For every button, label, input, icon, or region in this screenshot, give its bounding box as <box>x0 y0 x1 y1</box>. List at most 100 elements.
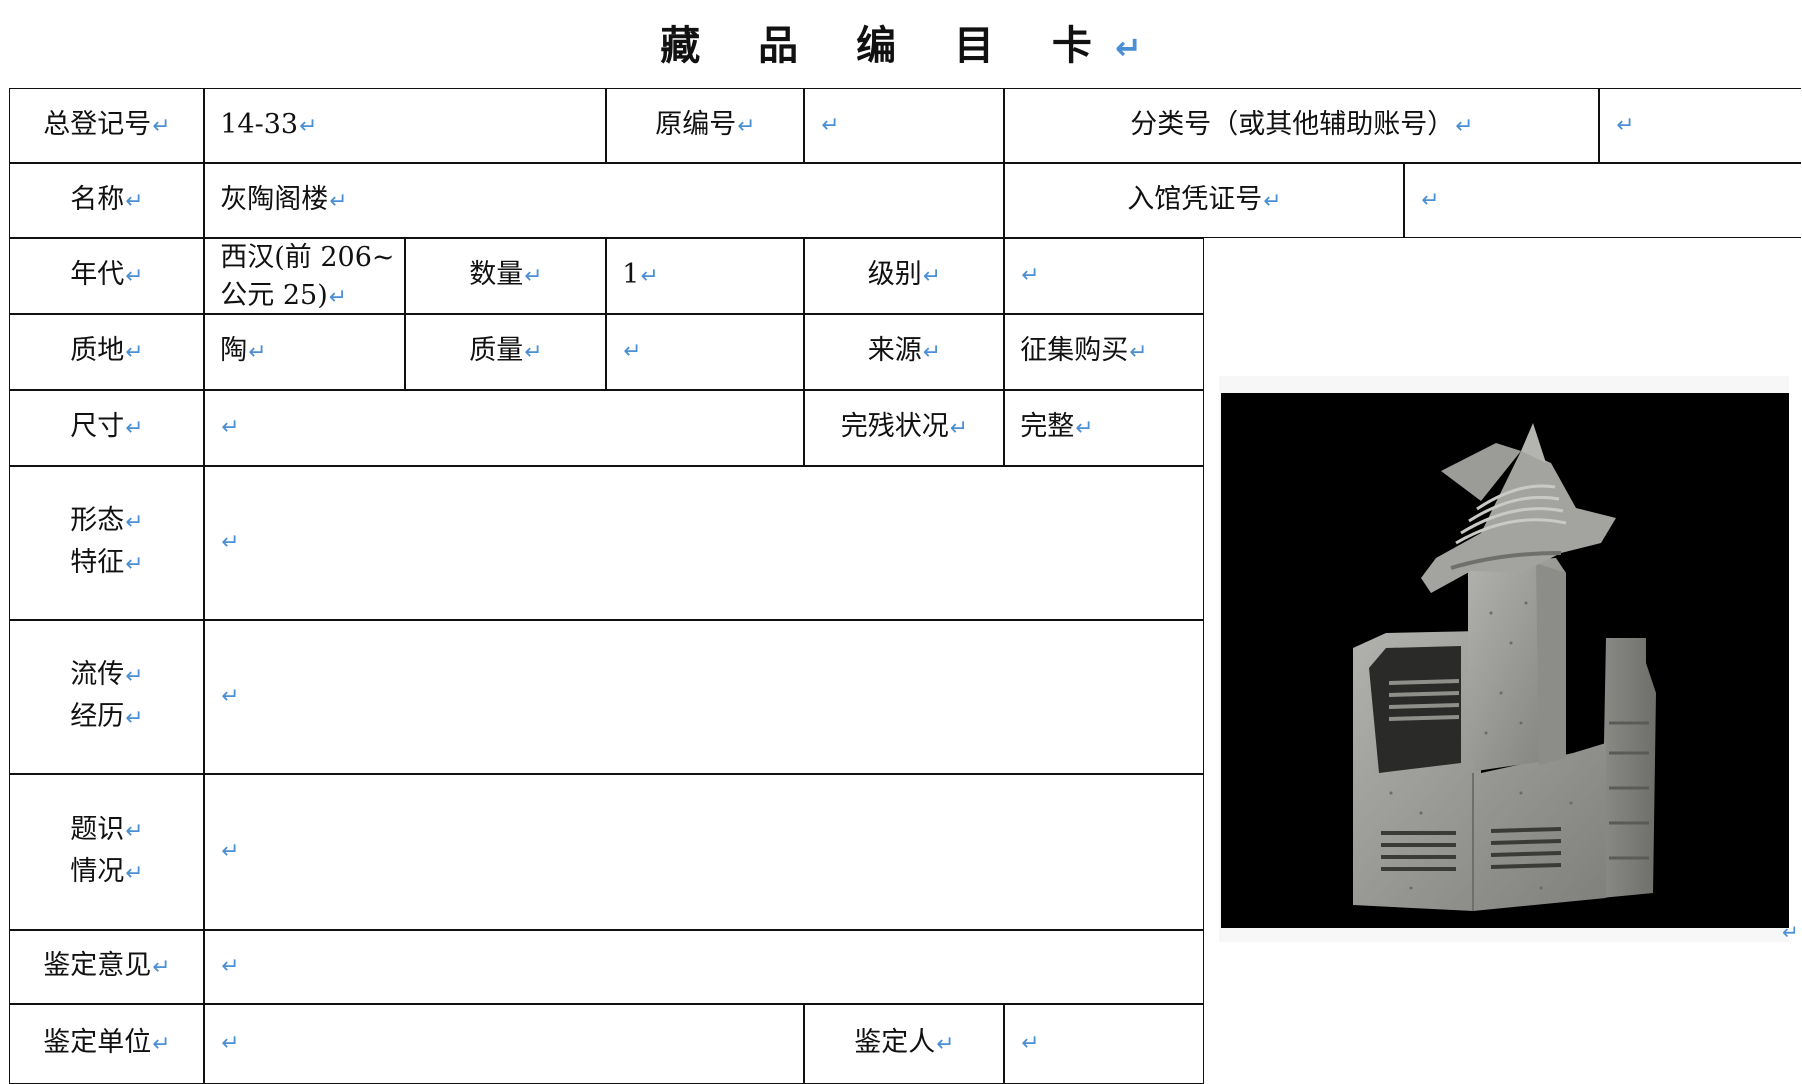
inscription-label-2: 情况 <box>70 856 125 888</box>
orig-no-value-cell[interactable]: ↵ <box>804 88 1005 164</box>
history-label-1: 流传 <box>70 659 125 691</box>
size-value-cell[interactable]: ↵ <box>204 390 805 467</box>
quantity-label: 数量 <box>469 259 524 291</box>
paragraph-mark: ↵ <box>922 264 941 290</box>
paragraph-mark: ↵ <box>125 819 144 845</box>
paragraph-mark: ↵ <box>221 684 240 710</box>
voucher-label: 入馆凭证号 <box>1127 183 1263 215</box>
paragraph-mark: ↵ <box>152 955 171 981</box>
source-value: 征集购买 <box>1020 335 1129 367</box>
paragraph-mark: ↵ <box>922 340 941 366</box>
era-value-line2: 公元 25) <box>220 280 328 312</box>
paragraph-mark: ↵ <box>1263 188 1282 214</box>
appraiser-label: 鉴定人 <box>854 1027 936 1059</box>
paragraph-mark: ↵ <box>125 264 144 290</box>
form-label-cell: 形态↵ 特征↵ <box>9 466 205 621</box>
paragraph-mark: ↵ <box>623 339 642 365</box>
appraiser-value-cell[interactable]: ↵ <box>1004 1004 1205 1084</box>
paragraph-mark: ↵ <box>221 954 240 980</box>
paragraph-mark: ↵ <box>125 416 144 442</box>
paragraph-mark: ↵ <box>125 340 144 366</box>
reg-no-label-cell: 总登记号↵ <box>9 88 205 164</box>
paragraph-mark: ↵ <box>125 706 144 732</box>
paragraph-mark: ↵ <box>936 1032 955 1058</box>
reg-no-value: 14-33 <box>220 108 299 140</box>
appraiser-label-cell: 鉴定人↵ <box>804 1004 1005 1084</box>
orig-no-label: 原编号 <box>655 108 737 140</box>
paragraph-mark: ↵ <box>125 664 144 690</box>
paragraph-mark: ↵ <box>299 113 318 139</box>
material-value-cell[interactable]: 陶↵ <box>204 314 406 391</box>
paragraph-mark: ↵ <box>524 264 543 290</box>
class-no-value-cell[interactable]: ↵ <box>1599 88 1802 164</box>
appraisal-opinion-value-cell[interactable]: ↵ <box>204 930 1205 1005</box>
paragraph-mark: ↵ <box>152 113 171 139</box>
paragraph-mark: ↵ <box>1455 113 1474 139</box>
history-value-cell[interactable]: ↵ <box>204 620 1205 775</box>
era-value-line1: 西汉(前 206~ <box>220 242 395 274</box>
quantity-label-cell: 数量↵ <box>405 238 607 315</box>
paragraph-mark: ↵ <box>524 340 543 366</box>
inscription-label-1: 题识 <box>70 814 125 846</box>
paragraph-mark: ↵ <box>1129 340 1148 366</box>
appraisal-opinion-label-cell: 鉴定意见↵ <box>9 930 205 1005</box>
era-label-cell: 年代↵ <box>9 238 205 315</box>
source-label-cell: 来源↵ <box>804 314 1005 391</box>
class-no-label: 分类号（或其他辅助账号） <box>1130 108 1455 140</box>
pottery-tower-photo-icon <box>1221 393 1789 928</box>
paragraph-mark: ↵ <box>221 1031 240 1057</box>
quantity-value: 1 <box>622 259 640 291</box>
form-value-cell[interactable]: ↵ <box>204 466 1205 621</box>
orig-no-label-cell: 原编号↵ <box>606 88 805 164</box>
paragraph-mark: ↵ <box>125 552 144 578</box>
weight-value-cell[interactable]: ↵ <box>606 314 805 391</box>
paragraph-mark: ↵ <box>152 1032 171 1058</box>
paragraph-mark: ↵ <box>329 188 348 214</box>
name-value: 灰陶阁楼 <box>220 183 329 215</box>
form-label-1: 形态 <box>70 505 125 537</box>
grade-value-cell[interactable]: ↵ <box>1004 238 1205 315</box>
condition-value: 完整 <box>1020 411 1075 443</box>
grade-label-cell: 级别↵ <box>804 238 1005 315</box>
voucher-label-cell: 入馆凭证号↵ <box>1004 163 1405 239</box>
name-label-cell: 名称↵ <box>9 163 205 239</box>
quantity-value-cell[interactable]: 1↵ <box>606 238 805 315</box>
paragraph-mark: ↵ <box>248 340 267 366</box>
era-value-cell[interactable]: 西汉(前 206~ 公元 25)↵ <box>204 238 406 315</box>
material-label-cell: 质地↵ <box>9 314 205 391</box>
class-no-label-cell: 分类号（或其他辅助账号）↵ <box>1004 88 1600 164</box>
appraisal-unit-value-cell[interactable]: ↵ <box>204 1004 805 1084</box>
condition-label-cell: 完残状况↵ <box>804 390 1005 467</box>
appraisal-unit-label-cell: 鉴定单位↵ <box>9 1004 205 1084</box>
paragraph-mark: ↵ <box>221 415 240 441</box>
size-label-cell: 尺寸↵ <box>9 390 205 467</box>
name-value-cell[interactable]: 灰陶阁楼↵ <box>204 163 1005 239</box>
condition-label: 完残状况 <box>840 411 949 443</box>
history-label-cell: 流传↵ 经历↵ <box>9 620 205 775</box>
history-label-2: 经历 <box>70 701 125 733</box>
paragraph-mark: ↵ <box>1782 920 1799 944</box>
paragraph-mark: ↵ <box>737 113 756 139</box>
inscription-label-cell: 题识↵ 情况↵ <box>9 774 205 931</box>
paragraph-mark: ↵ <box>949 416 968 442</box>
condition-value-cell[interactable]: 完整↵ <box>1004 390 1205 467</box>
paragraph-mark: ↵ <box>821 112 840 138</box>
reg-no-value-cell[interactable]: 14-33↵ <box>204 88 607 164</box>
paragraph-mark: ↵ <box>125 188 144 214</box>
source-label: 来源 <box>867 335 922 367</box>
paragraph-mark: ↵ <box>640 264 659 290</box>
appraisal-unit-label: 鉴定单位 <box>43 1027 152 1059</box>
era-label: 年代 <box>70 259 125 291</box>
size-label: 尺寸 <box>70 411 125 443</box>
grade-label: 级别 <box>867 259 922 291</box>
inscription-value-cell[interactable]: ↵ <box>204 774 1205 931</box>
paragraph-mark: ↵ <box>125 510 144 536</box>
paragraph-mark: ↵ <box>328 285 347 311</box>
paragraph-mark: ↵ <box>1021 1031 1040 1057</box>
voucher-value-cell[interactable]: ↵ <box>1404 163 1802 239</box>
name-label: 名称 <box>70 183 125 215</box>
paragraph-mark: ↵ <box>125 861 144 887</box>
source-value-cell[interactable]: 征集购买↵ <box>1004 314 1205 391</box>
paragraph-mark: ↵ <box>221 530 240 556</box>
material-value: 陶 <box>220 335 248 367</box>
